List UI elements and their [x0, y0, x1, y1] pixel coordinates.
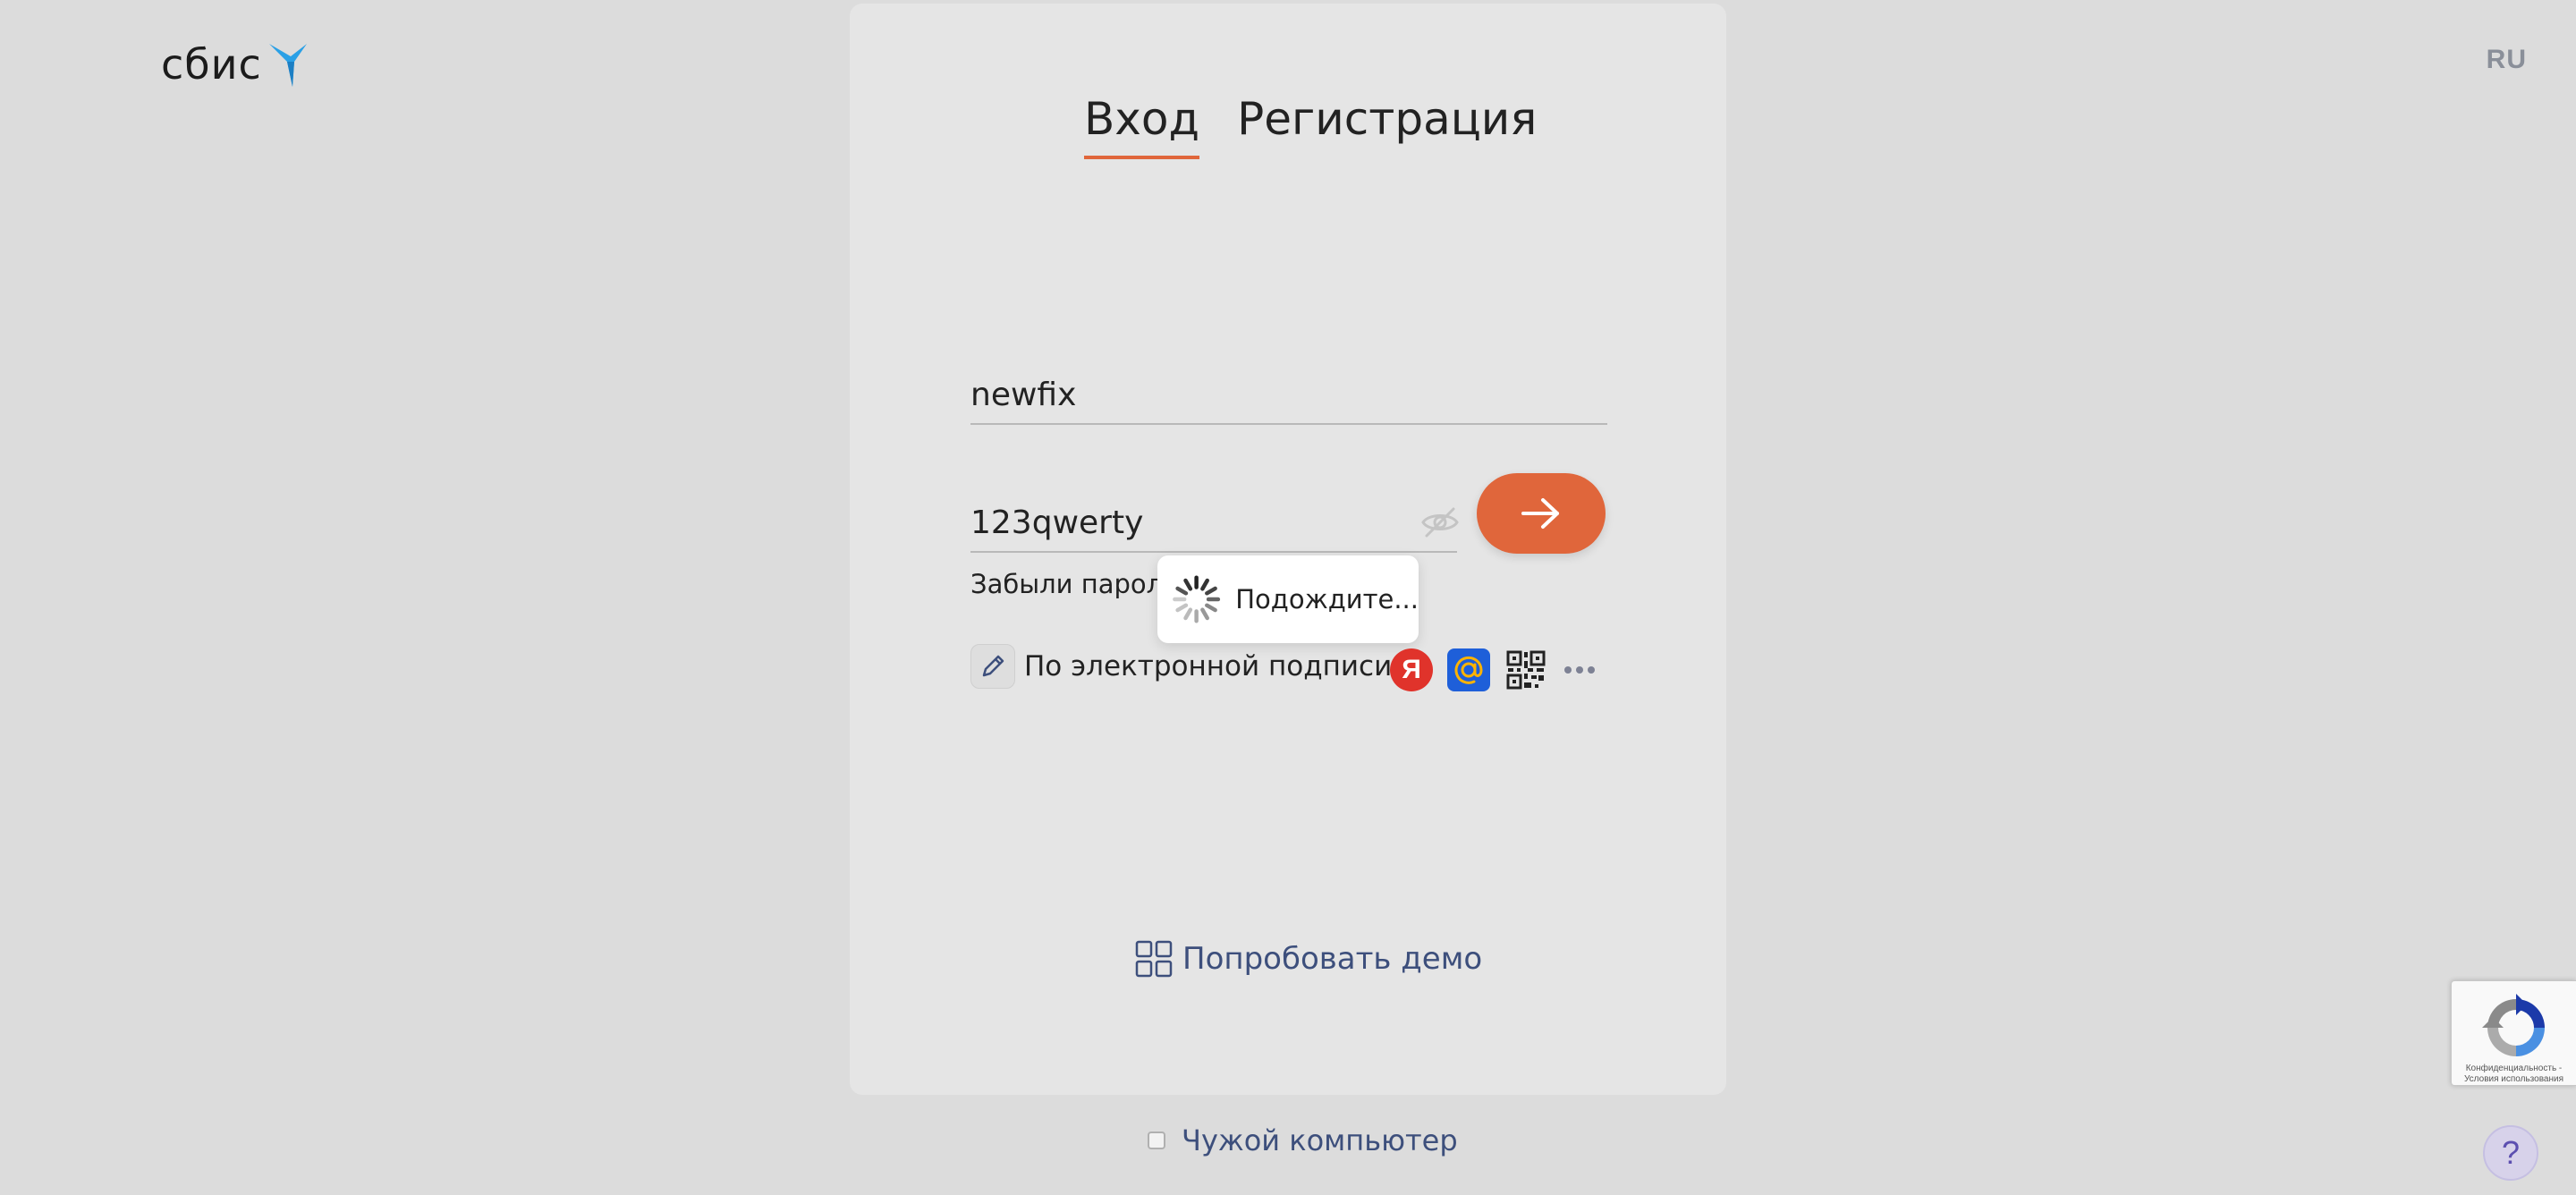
submit-login-button[interactable] [1477, 473, 1606, 554]
recaptcha-privacy-link[interactable]: Конфиденциальность - [2452, 1064, 2576, 1074]
foreign-computer-label: Чужой компьютер [1182, 1123, 1458, 1157]
foreign-computer-checkbox[interactable] [1148, 1131, 1165, 1149]
yandex-letter: Я [1402, 655, 1421, 684]
grid-icon [1135, 940, 1173, 978]
yandex-icon[interactable]: Я [1390, 648, 1433, 691]
logo-text: сбис [161, 40, 262, 89]
loading-popup: Подождите... [1157, 555, 1419, 643]
login-input[interactable] [970, 376, 1607, 413]
recaptcha-terms[interactable]: Конфиденциальность - Условия использован… [2452, 1064, 2576, 1085]
recaptcha-badge[interactable]: Конфиденциальность - Условия использован… [2451, 980, 2576, 1086]
loading-text: Подождите... [1235, 584, 1419, 614]
sbis-logo[interactable]: сбис [161, 39, 309, 89]
mail-ru-icon[interactable] [1447, 648, 1490, 691]
recaptcha-terms-link[interactable]: Условия использования [2452, 1074, 2576, 1085]
tab-registration[interactable]: Регистрация [1237, 93, 1537, 159]
password-input[interactable] [970, 504, 1419, 541]
auth-tabs: Вход Регистрация [1084, 93, 1537, 159]
signature-login-label: По электронной подписи [1024, 650, 1393, 682]
bird-icon [268, 44, 307, 87]
try-demo-link[interactable]: Попробовать демо [1134, 939, 1482, 979]
login-card: Вход Регистрация Забыли пароль? [850, 4, 1726, 1095]
recaptcha-icon [2482, 994, 2545, 1056]
language-switcher[interactable]: RU [2487, 45, 2527, 75]
password-field [970, 494, 1459, 553]
pen-icon [970, 644, 1015, 689]
help-button[interactable]: ? [2483, 1125, 2538, 1181]
more-dots-icon[interactable] [1562, 648, 1597, 691]
eye-crossed-icon[interactable] [1419, 502, 1461, 543]
social-login-icons: Я [1390, 648, 1597, 691]
foreign-computer-option[interactable]: Чужой компьютер [1148, 1123, 1458, 1157]
qr-code-icon[interactable] [1504, 648, 1547, 691]
arrow-right-icon [1521, 498, 1559, 529]
spinner-icon [1173, 575, 1221, 623]
login-field [970, 366, 1607, 425]
try-demo-label: Попробовать демо [1182, 941, 1483, 977]
login-page: сбис RU Вход Регистрация newfix 123qwert… [0, 0, 2576, 1195]
signature-login[interactable]: По электронной подписи [970, 644, 1392, 689]
tab-login[interactable]: Вход [1084, 93, 1200, 159]
